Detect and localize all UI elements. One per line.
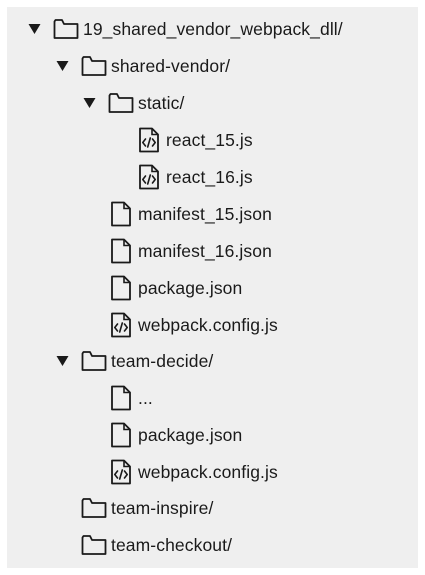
tree-file-react-15[interactable]: react_15.js: [136, 126, 253, 154]
file-icon: [108, 238, 134, 264]
tree-item-label: 19_shared_vendor_webpack_dll/: [83, 18, 343, 39]
tree-item-label: manifest_16.json: [138, 240, 272, 261]
folder-icon: [81, 348, 107, 374]
code-file-icon: [136, 127, 162, 153]
folder-icon: [53, 16, 79, 42]
triangle-down-icon[interactable]: [82, 96, 96, 110]
tree-folder-static[interactable]: static/: [82, 89, 184, 117]
folder-icon: [108, 90, 134, 116]
tree-folder-shared-vendor[interactable]: shared-vendor/: [55, 52, 230, 80]
tree-file-ellipsis[interactable]: ...: [108, 384, 153, 412]
tree-item-label: package.json: [138, 424, 243, 445]
folder-icon: [81, 53, 107, 79]
tree-item-label: package.json: [138, 277, 243, 298]
tree-item-label: team-decide/: [111, 350, 214, 371]
file-icon: [108, 385, 134, 411]
code-file-icon: [136, 164, 162, 190]
file-icon: [108, 201, 134, 227]
tree-file-react-16[interactable]: react_16.js: [136, 163, 253, 191]
triangle-down-icon[interactable]: [55, 59, 69, 73]
tree-file-webpack-config[interactable]: webpack.config.js: [108, 311, 278, 339]
tree-item-label: ...: [138, 387, 153, 408]
tree-item-label: manifest_15.json: [138, 203, 272, 224]
tree-item-label: static/: [138, 92, 185, 113]
tree-folder-team-checkout[interactable]: team-checkout/: [81, 531, 232, 559]
tree-file-package-json[interactable]: package.json: [108, 421, 242, 449]
tree-file-webpack-config[interactable]: webpack.config.js: [108, 458, 278, 486]
folder-icon: [81, 532, 107, 558]
folder-icon: [81, 495, 107, 521]
tree-item-label: shared-vendor/: [111, 55, 231, 76]
tree-item-label: react_16.js: [166, 166, 253, 187]
tree-folder-team-decide[interactable]: team-decide/: [55, 347, 213, 375]
file-icon: [108, 275, 134, 301]
tree-item-label: react_15.js: [166, 129, 253, 150]
tree-item-label: webpack.config.js: [138, 461, 278, 482]
file-icon: [108, 422, 134, 448]
code-file-icon: [108, 312, 134, 338]
tree-item-label: team-inspire/: [111, 497, 214, 518]
code-file-icon: [108, 459, 134, 485]
tree-file-manifest-15[interactable]: manifest_15.json: [108, 200, 272, 228]
file-tree-panel: 19_shared_vendor_webpack_dll/ shared-ven…: [7, 7, 418, 568]
tree-file-package-json[interactable]: package.json: [108, 274, 242, 302]
tree-item-label: team-checkout/: [111, 534, 233, 555]
tree-folder-team-inspire[interactable]: team-inspire/: [81, 494, 213, 522]
tree-file-manifest-16[interactable]: manifest_16.json: [108, 237, 272, 265]
tree-folder-root[interactable]: 19_shared_vendor_webpack_dll/: [27, 15, 343, 43]
triangle-down-icon[interactable]: [27, 22, 41, 36]
triangle-down-icon[interactable]: [55, 354, 69, 368]
tree-item-label: webpack.config.js: [138, 314, 278, 335]
